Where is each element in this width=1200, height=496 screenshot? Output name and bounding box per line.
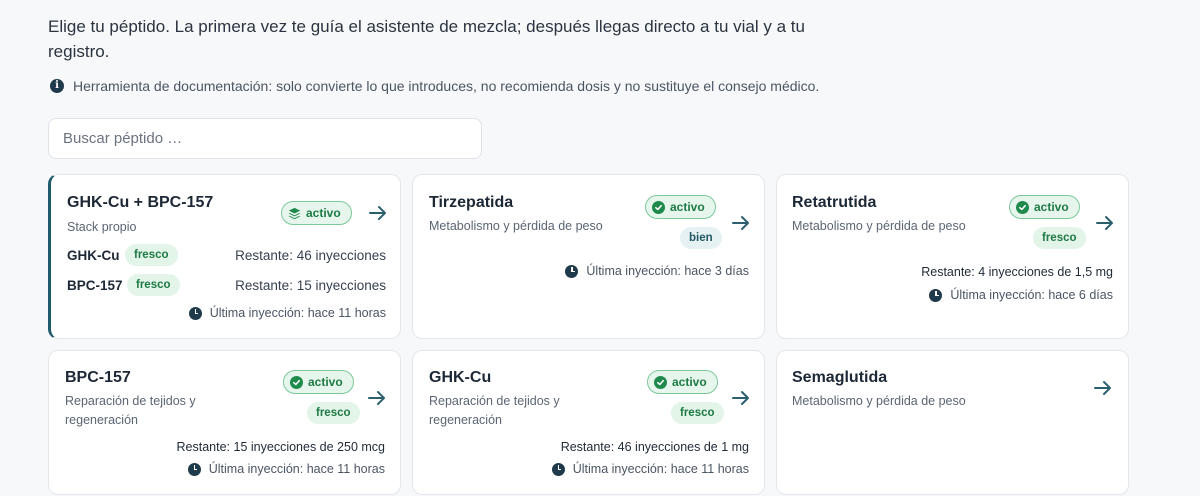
stack-row-remaining: Restante: 46 inyecciones [235, 248, 386, 263]
remaining-text: Restante: 15 inyecciones de 250 mcg [176, 440, 385, 454]
arrow-right-icon[interactable] [730, 212, 752, 234]
last-injection-text: Última inyección: hace 11 horas [572, 462, 749, 476]
check-circle-icon [290, 375, 303, 389]
clock-icon [188, 306, 202, 320]
intro-text: Elige tu péptido. La primera vez te guía… [48, 17, 805, 61]
card-subtitle: Metabolismo y pérdida de peso [429, 219, 603, 233]
active-badge-label: activo [306, 206, 341, 220]
peptide-card-bpc-157[interactable]: BPC-157 Reparación de tejidos y regenera… [48, 350, 401, 495]
layers-icon [288, 207, 301, 220]
check-circle-icon [1016, 200, 1029, 214]
card-title: Tirzepatida [429, 194, 514, 211]
check-circle-icon [654, 375, 667, 389]
remaining-text: Restante: 46 inyecciones de 1 mg [560, 440, 749, 454]
clock-icon [187, 462, 201, 476]
last-injection: Última inyección: hace 6 días [929, 288, 1113, 302]
status-pill: fresco [127, 274, 180, 296]
active-badge-label: activo [672, 375, 707, 389]
last-injection: Última inyección: hace 11 horas [551, 462, 749, 476]
status-pill: fresco [1033, 227, 1086, 249]
active-badge-label: activo [1034, 200, 1069, 214]
active-badge: activo [283, 370, 354, 394]
clock-icon [565, 264, 579, 278]
peptide-card-retatrutida[interactable]: Retatrutida Metabolismo y pérdida de pes… [776, 174, 1129, 339]
arrow-right-icon[interactable] [730, 387, 752, 409]
last-injection: Última inyección: hace 11 horas [187, 462, 385, 476]
card-title: Retatrutida [792, 194, 877, 211]
card-subtitle: Metabolismo y pérdida de peso [792, 219, 966, 233]
peptide-card-tirzepatida[interactable]: Tirzepatida Metabolismo y pérdida de pes… [412, 174, 765, 339]
info-icon: i [50, 79, 64, 93]
arrow-right-icon[interactable] [1092, 377, 1114, 399]
status-pill: fresco [125, 244, 178, 266]
stack-row-name: BPC-157 [67, 278, 123, 293]
card-subtitle: Reparación de tejidos y regeneración [65, 394, 196, 427]
last-injection-text: Última inyección: hace 11 horas [208, 462, 385, 476]
peptide-card-semaglutida[interactable]: Semaglutida Metabolismo y pérdida de pes… [776, 350, 1129, 495]
last-injection: Última inyección: hace 11 horas [188, 306, 386, 320]
active-badge: activo [647, 370, 718, 394]
status-pill: bien [680, 227, 722, 249]
check-circle-icon [652, 200, 665, 214]
last-injection-text: Última inyección: hace 3 días [586, 264, 749, 278]
status-pill: fresco [671, 402, 724, 424]
card-title: Semaglutida [792, 369, 888, 386]
card-subtitle: Reparación de tejidos y regeneración [429, 394, 560, 427]
active-badge: activo [1009, 195, 1080, 219]
last-injection-text: Última inyección: hace 6 días [950, 288, 1113, 302]
peptide-card-ghk-bpc-stack[interactable]: GHK-Cu + BPC-157 Stack propio activo GHK… [48, 174, 401, 339]
arrow-right-icon[interactable] [366, 387, 388, 409]
remaining-text: Restante: 4 inyecciones de 1,5 mg [921, 265, 1113, 279]
card-subtitle: Metabolismo y pérdida de peso [792, 394, 966, 408]
active-badge-label: activo [308, 375, 343, 389]
card-title: GHK-Cu [429, 369, 492, 386]
search-input[interactable] [48, 118, 482, 159]
last-injection: Última inyección: hace 3 días [565, 264, 749, 278]
disclaimer-text: Herramienta de documentación: solo convi… [73, 78, 820, 94]
active-badge: activo [281, 201, 352, 225]
status-pill: fresco [307, 402, 360, 424]
last-injection-text: Última inyección: hace 11 horas [209, 306, 386, 320]
clock-icon [551, 462, 565, 476]
card-title: BPC-157 [65, 369, 131, 386]
card-title: GHK-Cu + BPC-157 [67, 194, 214, 211]
arrow-right-icon[interactable] [1094, 212, 1116, 234]
disclaimer: i Herramienta de documentación: solo con… [50, 78, 819, 94]
peptide-card-ghk-cu[interactable]: GHK-Cu Reparación de tejidos y regenerac… [412, 350, 765, 495]
arrow-right-icon[interactable] [367, 202, 389, 224]
active-badge-label: activo [670, 200, 705, 214]
stack-row-name: GHK-Cu [67, 248, 120, 263]
stack-row-remaining: Restante: 15 inyecciones [235, 278, 386, 293]
clock-icon [929, 288, 943, 302]
active-badge: activo [645, 195, 716, 219]
card-subtitle: Stack propio [67, 220, 137, 234]
